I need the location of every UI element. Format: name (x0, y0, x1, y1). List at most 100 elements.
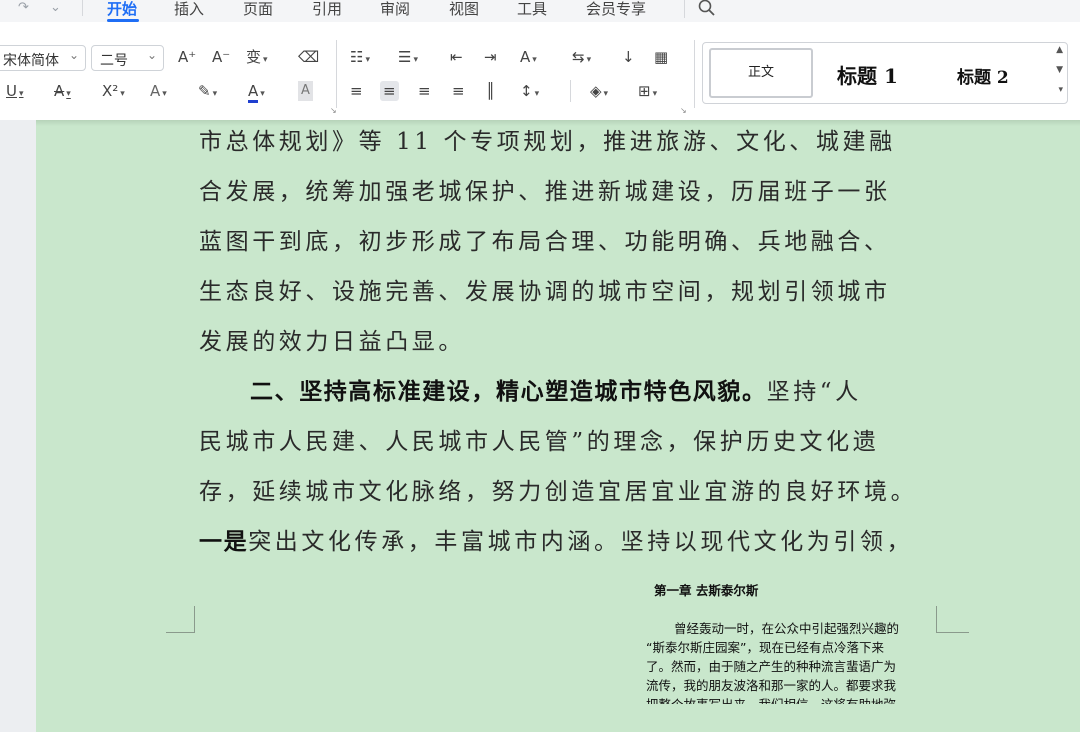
dropdown-arrow-icon: ▾ (212, 89, 218, 99)
chevron-down-icon: ⌄ (146, 48, 157, 62)
dropdown-arrow-icon: ▾ (260, 89, 265, 99)
dropdown-arrow-icon: ▾ (365, 55, 370, 65)
highlight-glyph: ✎ (198, 82, 211, 100)
page-text-line: 把整个故事写出来，我们相信，这将有助地弥 (646, 694, 938, 704)
tab-insert[interactable]: 插入 (174, 0, 204, 19)
strike-glyph: A (54, 82, 65, 100)
justify-icon[interactable]: ≡ (452, 81, 465, 101)
dropdown-arrow-icon: ▾ (532, 55, 537, 65)
shading-icon[interactable]: ◈ ▾ (590, 81, 608, 104)
style-heading-1[interactable]: 标题 1 (837, 60, 898, 89)
quick-access-dropdown-icon[interactable]: ⌄ (50, 0, 61, 15)
paragraph-dialog-launcher-icon[interactable]: ↘ (680, 106, 687, 115)
superscript-icon[interactable]: X² ▾ (102, 81, 125, 104)
character-spacing-icon[interactable]: A ▾ (520, 47, 537, 70)
active-tab-indicator (107, 19, 139, 22)
paragraph-line[interactable]: 发展的效力日益凸显。 (199, 322, 465, 356)
chevron-down-icon: ⌄ (68, 48, 79, 62)
phonetic-glyph: 变 (246, 48, 262, 66)
search-icon[interactable] (698, 0, 716, 18)
tab-tools[interactable]: 工具 (517, 0, 547, 19)
page-corner-mark (936, 606, 969, 633)
paragraph-direction-icon[interactable]: ⇆ ▾ (572, 47, 591, 70)
paragraph-line[interactable]: 民城市人民建、人民城市人民管”的理念，保护历史文化遗 (199, 422, 879, 456)
body-text: 坚持“人 (766, 379, 862, 405)
emphasis-text: 一是 (199, 529, 249, 555)
paragraph-line[interactable]: 市总体规划》等 11 个专项规划，推进旅游、文化、城建融 (199, 122, 896, 156)
dropdown-arrow-icon: ▾ (586, 55, 592, 65)
paragraph-line[interactable]: 一是突出文化传承，丰富城市内涵。坚持以现代文化为引领， (199, 522, 913, 556)
scroll-up-icon[interactable]: ▲ (1056, 45, 1063, 55)
line-spacing-icon[interactable]: ↕ ▾ (520, 81, 539, 104)
paragraph-line[interactable]: 二、坚持高标准建设，精心塑造城市特色风貌。坚持“人 (250, 372, 862, 406)
tab-member[interactable]: 会员专享 (586, 0, 646, 19)
distributed-align-icon[interactable]: ║ (486, 81, 495, 101)
dropdown-arrow-icon: ▾ (603, 89, 609, 99)
increase-indent-icon[interactable]: ⇥ (484, 47, 497, 67)
char-spacing-glyph: A (520, 48, 531, 66)
clear-format-icon[interactable]: ⌫ (298, 47, 319, 67)
tab-home[interactable]: 开始 (107, 0, 137, 19)
align-right-icon[interactable]: ≡ (418, 81, 431, 101)
numbering-glyph: ☰ (398, 48, 412, 66)
bullets-icon[interactable]: ☷ ▾ (350, 47, 370, 70)
styles-gallery: 正文 标题 1 标题 2 ▲ ▼ ▾ (702, 42, 1068, 104)
document-gutter (0, 120, 36, 732)
font-color-glyph: A (248, 82, 259, 103)
menu-tab-bar: ↷ ⌄ 开始 插入 页面 引用 审阅 视图 工具 会员专享 (0, 0, 1080, 22)
character-shading-icon[interactable]: A (298, 81, 313, 101)
style-normal[interactable]: 正文 (709, 48, 813, 98)
document-page[interactable]: 市总体规划》等 11 个专项规划，推进旅游、文化、城建融 合发展，统筹加强老城保… (36, 120, 1080, 732)
highlight-icon[interactable]: ✎ ▾ (198, 81, 217, 104)
dropdown-arrow-icon: ▾ (652, 89, 658, 99)
sort-icon[interactable]: ↓ (622, 47, 635, 67)
increase-font-icon[interactable]: A⁺ (178, 47, 196, 67)
page-text-line: 了。然而，由于随之产生的种种流言蜚语广为 (646, 659, 897, 674)
scroll-down-icon[interactable]: ▼ (1056, 65, 1063, 75)
text-effect-icon[interactable]: A ▾ (150, 81, 167, 104)
strikethrough-icon[interactable]: A ▾ (54, 81, 71, 104)
body-text: 突出文化传承，丰富城市内涵。坚持以现代文化为引领， (248, 529, 914, 555)
redo-icon[interactable]: ↷ (18, 0, 29, 15)
paragraph-line[interactable]: 存，延续城市文化脉络，努力创造宜居宜业宜游的良好环境。 (199, 472, 917, 506)
styles-more-icon[interactable]: ▾ (1058, 85, 1063, 95)
numbering-icon[interactable]: ☰ ▾ (398, 47, 418, 70)
dropdown-arrow-icon: ▾ (263, 55, 268, 65)
dropdown-arrow-icon: ▾ (534, 89, 540, 99)
divider (694, 40, 695, 108)
decrease-font-icon[interactable]: A⁻ (212, 47, 230, 67)
font-size-select[interactable]: 二号 ⌄ (91, 45, 164, 71)
text-effect-glyph: A (150, 82, 161, 100)
paragraph-line[interactable]: 蓝图干到底，初步形成了布局合理、功能明确、兵地融合、 (199, 222, 891, 256)
ribbon: ↷ ⌄ 开始 插入 页面 引用 审阅 视图 工具 会员专享 宋体简体 ⌄ 二号 … (0, 0, 1080, 120)
font-name-select[interactable]: 宋体简体 ⌄ (0, 45, 86, 71)
line-spacing-glyph: ↕ (520, 82, 533, 100)
font-color-icon[interactable]: A ▾ (248, 81, 265, 104)
superscript-glyph: X² (102, 82, 119, 100)
table-layout-icon[interactable]: ▦ (654, 47, 668, 67)
align-left-icon[interactable]: ≡ (350, 81, 363, 101)
page-corner-mark (166, 606, 195, 633)
underline-glyph: U (6, 82, 17, 100)
align-center-icon[interactable]: ≡ (380, 81, 399, 101)
shading-glyph: ◈ (590, 82, 602, 100)
phonetic-guide-icon[interactable]: 变 ▾ (246, 47, 268, 70)
tab-review[interactable]: 审阅 (380, 0, 410, 19)
dropdown-arrow-icon: ▾ (18, 89, 24, 99)
tab-view[interactable]: 视图 (449, 0, 479, 19)
borders-icon[interactable]: ⊞ ▾ (638, 81, 657, 104)
paragraph-line[interactable]: 生态良好、设施完善、发展协调的城市空间，规划引领城市 (199, 272, 891, 306)
dropdown-arrow-icon: ▾ (120, 89, 125, 99)
decrease-indent-icon[interactable]: ⇤ (450, 47, 463, 67)
page-text-line: “斯泰尔斯庄园案”，现在已经有点冷落下来 (646, 640, 884, 655)
divider (570, 80, 571, 102)
paragraph-line[interactable]: 合发展，统筹加强老城保护、推进新城建设，历届班子一张 (199, 172, 891, 206)
style-heading-2[interactable]: 标题 2 (957, 63, 1009, 88)
bullets-glyph: ☷ (350, 48, 364, 66)
dropdown-arrow-icon: ▾ (66, 89, 71, 99)
dropdown-arrow-icon: ▾ (413, 55, 418, 65)
underline-icon[interactable]: U ▾ (6, 81, 24, 104)
tab-references[interactable]: 引用 (312, 0, 342, 19)
tab-page[interactable]: 页面 (243, 0, 273, 19)
chapter-title: 第一章 去斯泰尔斯 (654, 583, 759, 598)
